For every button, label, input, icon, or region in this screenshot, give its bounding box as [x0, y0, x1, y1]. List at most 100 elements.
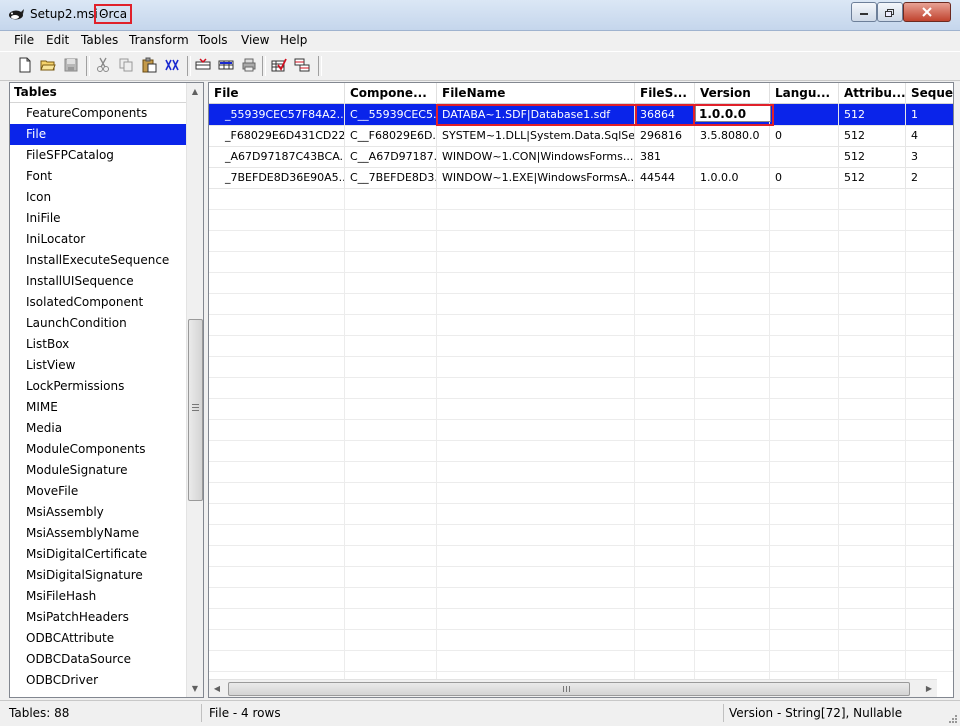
menu-transform[interactable]: Transform	[129, 33, 189, 47]
table-list-item[interactable]: IniLocator	[10, 229, 188, 250]
table-list-item[interactable]: MsiAssemblyName	[10, 523, 188, 544]
cell-sequence[interactable]: 2	[906, 167, 953, 188]
column-header-filesize[interactable]: FileS...	[635, 83, 695, 103]
column-header-version[interactable]: Version	[695, 83, 770, 103]
minimize-button[interactable]	[851, 2, 877, 22]
horizontal-scroll-thumb[interactable]	[228, 682, 910, 696]
table-list-item[interactable]: File	[10, 124, 188, 145]
cell-version[interactable]: 3.5.8080.0	[695, 125, 770, 146]
table-list-item[interactable]: ODBCDriver	[10, 670, 188, 691]
print-icon[interactable]	[241, 57, 257, 73]
find-icon[interactable]	[164, 57, 180, 73]
cell-version[interactable]	[695, 146, 770, 167]
scroll-thumb[interactable]	[188, 319, 203, 501]
cut-icon[interactable]	[95, 57, 111, 73]
scroll-down-arrow-icon[interactable]: ▼	[187, 680, 203, 696]
table-row[interactable]: _F68029E6D431CD22... C__F68029E6D... SYSTE…	[209, 125, 953, 147]
column-header-file[interactable]: File	[209, 83, 345, 103]
paste-icon[interactable]	[141, 57, 157, 73]
cell-language[interactable]: 0	[770, 167, 839, 188]
table-list-item[interactable]: InstallExecuteSequence	[10, 250, 188, 271]
column-header-sequence[interactable]: Seque	[906, 83, 953, 103]
column-header-component[interactable]: Compone...	[345, 83, 437, 103]
table-list-item[interactable]: ODBCAttribute	[10, 628, 188, 649]
table-list-item[interactable]: MsiDigitalCertificate	[10, 544, 188, 565]
cell-filename[interactable]: SYSTEM~1.DLL|System.Data.SqlSer...	[437, 125, 635, 146]
cell-component[interactable]: C__55939CEC5...	[345, 104, 437, 125]
cell-filesize[interactable]: 296816	[635, 125, 695, 146]
cell-language[interactable]: 0	[770, 125, 839, 146]
table-list-item[interactable]: FileSFPCatalog	[10, 145, 188, 166]
table-list-item[interactable]: MIME	[10, 397, 188, 418]
table-list-item[interactable]: MsiFileHash	[10, 586, 188, 607]
empty-grid-row	[209, 524, 953, 546]
new-row-icon[interactable]	[195, 57, 211, 73]
open-folder-icon[interactable]	[40, 57, 56, 73]
cell-sequence[interactable]: 3	[906, 146, 953, 167]
resize-grip-icon[interactable]	[946, 712, 958, 724]
table-row-icon[interactable]	[218, 57, 234, 73]
table-list-item[interactable]: MsiPatchHeaders	[10, 607, 188, 628]
tables-vertical-scrollbar[interactable]: ▲ ▼	[186, 83, 203, 697]
table-row[interactable]: _7BEFDE8D36E90A5... C__7BEFDE8D3... WINDOW…	[209, 167, 953, 189]
cell-filesize[interactable]: 44544	[635, 167, 695, 188]
grid-horizontal-scrollbar[interactable]: ◀ ▶	[209, 679, 937, 697]
copy-icon[interactable]	[118, 57, 134, 73]
table-list-item[interactable]: LockPermissions	[10, 376, 188, 397]
table-list-item[interactable]: ODBCDataSource	[10, 649, 188, 670]
cell-attributes[interactable]: 512	[839, 167, 906, 188]
scroll-up-arrow-icon[interactable]: ▲	[187, 83, 203, 99]
cell-file[interactable]: _55939CEC57F84A2...	[209, 104, 345, 125]
table-list-item[interactable]: IniFile	[10, 208, 188, 229]
cell-file[interactable]: _F68029E6D431CD22...	[209, 125, 345, 146]
menu-file[interactable]: File	[14, 33, 34, 47]
menu-tables[interactable]: Tables	[81, 33, 118, 47]
table-list-item[interactable]: ModuleSignature	[10, 460, 188, 481]
menu-edit[interactable]: Edit	[46, 33, 69, 47]
cell-version[interactable]: 1.0.0.0	[695, 167, 770, 188]
table-list-item[interactable]: FeatureComponents	[10, 103, 188, 124]
cell-attributes[interactable]: 512	[839, 104, 906, 125]
column-header-language[interactable]: Langu...	[770, 83, 839, 103]
table-row[interactable]: _A67D97187C43BCA... C__A67D97187... WINDOW…	[209, 146, 953, 168]
cell-file[interactable]: _A67D97187C43BCA...	[209, 146, 345, 167]
table-list-item[interactable]: LaunchCondition	[10, 313, 188, 334]
table-list-item[interactable]: IsolatedComponent	[10, 292, 188, 313]
menu-tools[interactable]: Tools	[198, 33, 228, 47]
table-list-item[interactable]: Font	[10, 166, 188, 187]
cell-filename[interactable]: WINDOW~1.EXE|WindowsFormsA...	[437, 167, 635, 188]
table-list-item[interactable]: Media	[10, 418, 188, 439]
table-list-item[interactable]: ListBox	[10, 334, 188, 355]
close-button[interactable]	[903, 2, 951, 22]
menu-view[interactable]: View	[241, 33, 269, 47]
cell-sequence[interactable]: 1	[906, 104, 953, 125]
cell-language[interactable]	[770, 104, 839, 125]
cell-language[interactable]	[770, 146, 839, 167]
table-list-item[interactable]: ModuleComponents	[10, 439, 188, 460]
column-header-attributes[interactable]: Attribu...	[839, 83, 906, 103]
cell-component[interactable]: C__7BEFDE8D3...	[345, 167, 437, 188]
scroll-left-arrow-icon[interactable]: ◀	[209, 680, 225, 696]
cell-component[interactable]: C__F68029E6D...	[345, 125, 437, 146]
table-list-item[interactable]: InstallUISequence	[10, 271, 188, 292]
table-list-item[interactable]: ListView	[10, 355, 188, 376]
save-icon[interactable]	[63, 57, 79, 73]
menu-help[interactable]: Help	[280, 33, 307, 47]
table-list-item[interactable]: MsiAssembly	[10, 502, 188, 523]
merge-module-icon[interactable]	[294, 57, 310, 73]
new-document-icon[interactable]	[17, 57, 33, 73]
cell-filename[interactable]: WINDOW~1.CON|WindowsForms...	[437, 146, 635, 167]
maximize-button[interactable]	[877, 2, 903, 22]
table-list-item[interactable]: MoveFile	[10, 481, 188, 502]
cell-attributes[interactable]: 512	[839, 125, 906, 146]
cell-sequence[interactable]: 4	[906, 125, 953, 146]
cell-file[interactable]: _7BEFDE8D36E90A5...	[209, 167, 345, 188]
cell-filesize[interactable]: 381	[635, 146, 695, 167]
validate-icon[interactable]	[271, 57, 287, 73]
column-header-filename[interactable]: FileName	[437, 83, 635, 103]
table-list-item[interactable]: Icon	[10, 187, 188, 208]
cell-attributes[interactable]: 512	[839, 146, 906, 167]
table-list-item[interactable]: MsiDigitalSignature	[10, 565, 188, 586]
cell-component[interactable]: C__A67D97187...	[345, 146, 437, 167]
scroll-right-arrow-icon[interactable]: ▶	[921, 680, 937, 696]
